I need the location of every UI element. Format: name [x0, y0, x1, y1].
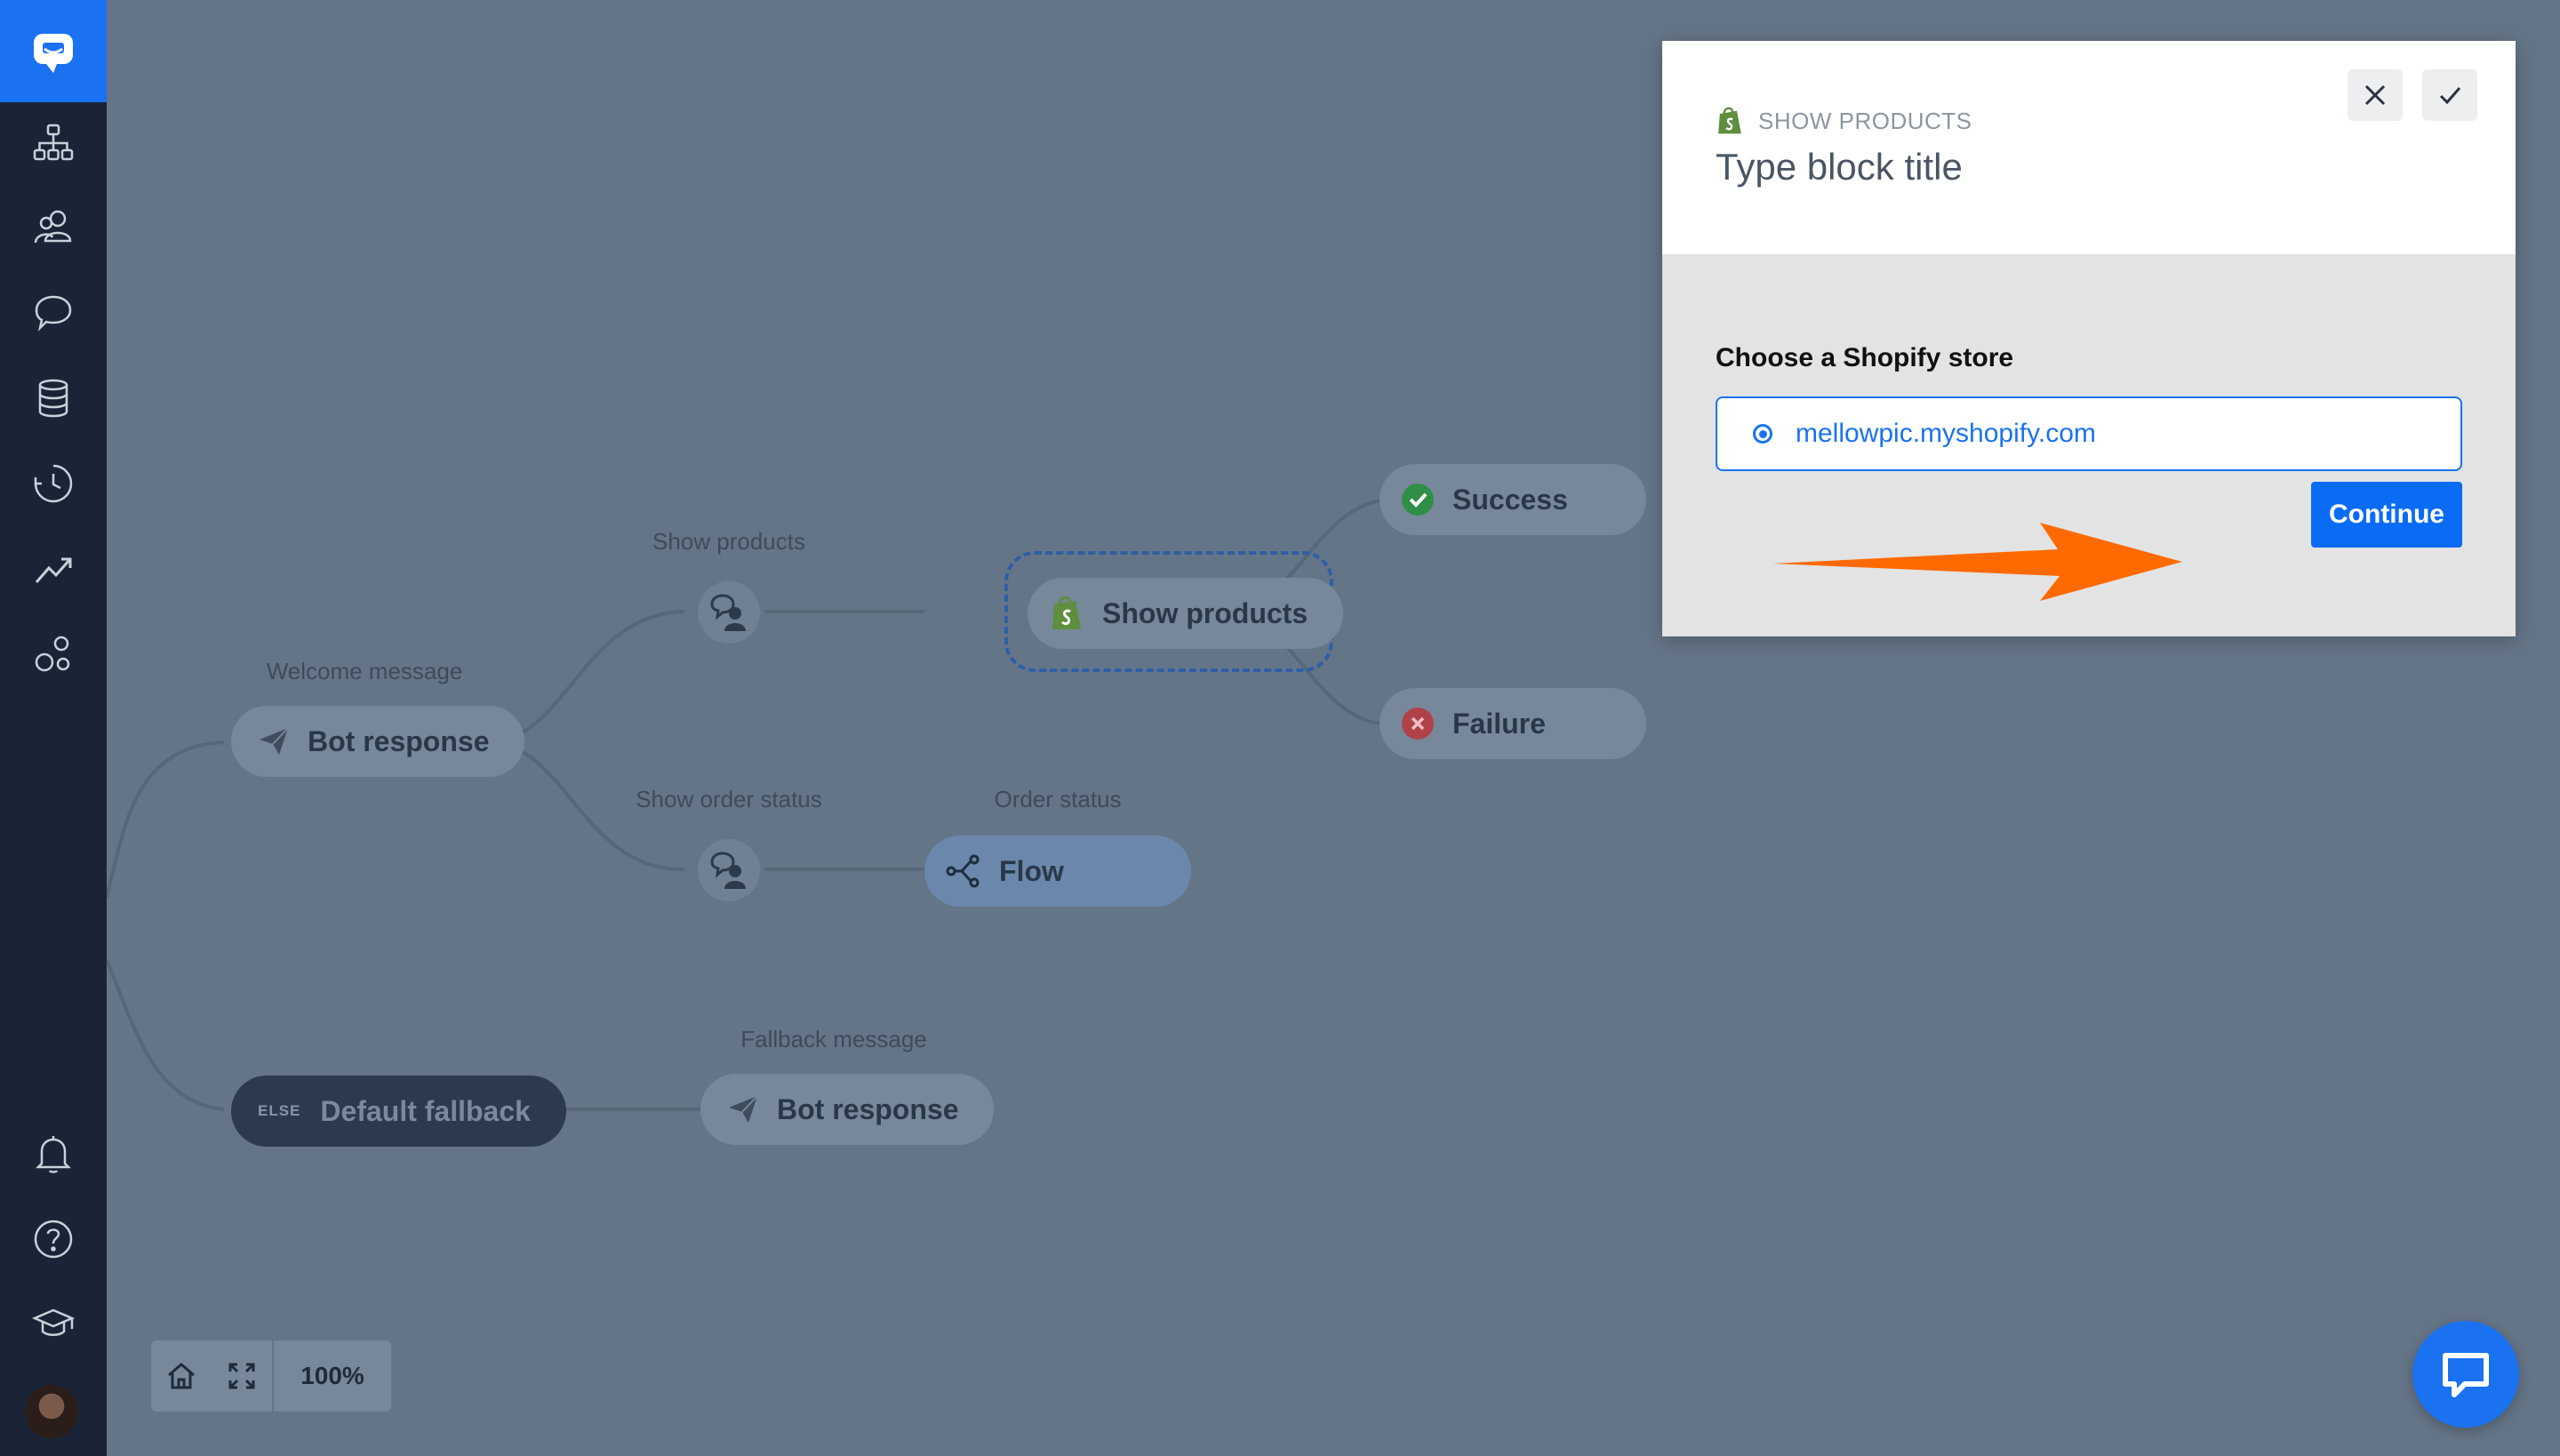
- flows-icon[interactable]: [0, 107, 107, 178]
- welcome-bot-response-node[interactable]: Bot response: [231, 706, 525, 777]
- failure-x-icon: [1401, 707, 1435, 740]
- help-icon[interactable]: [0, 1204, 107, 1275]
- block-title-input[interactable]: Type block title: [1716, 146, 1963, 188]
- block-kind-label: SHOW PRODUCTS: [1758, 107, 1972, 134]
- node-label: Success: [1452, 483, 1568, 516]
- block-kind: SHOW PRODUCTS: [1716, 105, 1972, 137]
- check-icon: [2439, 87, 2461, 105]
- user-input-node[interactable]: [698, 581, 760, 644]
- flow-branch-icon: [946, 853, 981, 889]
- shopify-icon: [1049, 594, 1084, 633]
- user-input-node[interactable]: [698, 839, 760, 901]
- show-products-node[interactable]: Show products: [1028, 578, 1344, 649]
- success-check-icon: [1401, 483, 1435, 516]
- welcome-message-label: Welcome message: [266, 658, 463, 684]
- default-fallback-node[interactable]: ELSE Default fallback: [231, 1076, 566, 1147]
- show-order-status-label: Show order status: [636, 786, 822, 812]
- paper-plane-icon: [258, 725, 290, 757]
- arrow-pointer-icon: [1773, 523, 2182, 601]
- sidebar: [0, 0, 107, 1456]
- else-tag: ELSE: [258, 1102, 301, 1119]
- user-chat-icon: [710, 594, 746, 631]
- paper-plane-icon: [727, 1093, 759, 1125]
- block-settings-panel: SHOW PRODUCTS Type block title Choose a …: [1662, 41, 2516, 636]
- users-icon[interactable]: [0, 192, 107, 263]
- store-select-label: Choose a Shopify store: [1716, 343, 2014, 372]
- bell-icon[interactable]: [0, 1118, 107, 1189]
- close-icon: [2364, 84, 2386, 106]
- zoom-level: 100%: [300, 1362, 364, 1389]
- continue-button[interactable]: Continue: [2311, 482, 2462, 548]
- fit-screen-icon[interactable]: [212, 1340, 272, 1412]
- radio-selected[interactable]: [1753, 424, 1772, 444]
- user-chat-icon: [710, 852, 746, 889]
- panel-body: Choose a Shopify store mellowpic.myshopi…: [1662, 254, 2516, 636]
- node-label: Bot response: [777, 1092, 959, 1125]
- confirm-button[interactable]: [2422, 69, 2477, 121]
- node-label: Failure: [1452, 707, 1546, 740]
- analytics-icon[interactable]: [0, 533, 107, 604]
- chat-widget-button[interactable]: [2412, 1321, 2519, 1428]
- show-products-label: Show products: [652, 528, 805, 555]
- node-label: Show products: [1102, 596, 1308, 629]
- store-option[interactable]: mellowpic.myshopify.com: [1716, 396, 2462, 471]
- node-label: Default fallback: [320, 1094, 531, 1127]
- failure-node[interactable]: Failure: [1380, 688, 1646, 759]
- chat-bubbles-icon[interactable]: [0, 277, 107, 348]
- close-button[interactable]: [2348, 69, 2403, 121]
- panel-header: SHOW PRODUCTS Type block title: [1662, 41, 2516, 254]
- fallback-message-label: Fallback message: [740, 1026, 927, 1052]
- integrations-icon[interactable]: [0, 619, 107, 690]
- chat-icon: [2443, 1353, 2489, 1397]
- fallback-bot-response-node[interactable]: Bot response: [700, 1074, 995, 1145]
- history-icon[interactable]: [0, 448, 107, 519]
- node-label: Bot response: [308, 724, 490, 757]
- shopify-icon: [1716, 105, 1744, 137]
- success-node[interactable]: Success: [1380, 464, 1646, 535]
- node-label: Flow: [999, 854, 1064, 887]
- app-logo-icon[interactable]: [0, 0, 107, 102]
- database-icon[interactable]: [0, 363, 107, 434]
- order-status-label: Order status: [994, 786, 1122, 812]
- academy-icon[interactable]: [0, 1289, 107, 1360]
- avatar[interactable]: [25, 1385, 78, 1438]
- home-icon[interactable]: [151, 1340, 212, 1412]
- zoom-toolbar: 100%: [151, 1340, 391, 1412]
- store-option-label: mellowpic.myshopify.com: [1796, 419, 2096, 448]
- flow-node[interactable]: Flow: [924, 836, 1191, 907]
